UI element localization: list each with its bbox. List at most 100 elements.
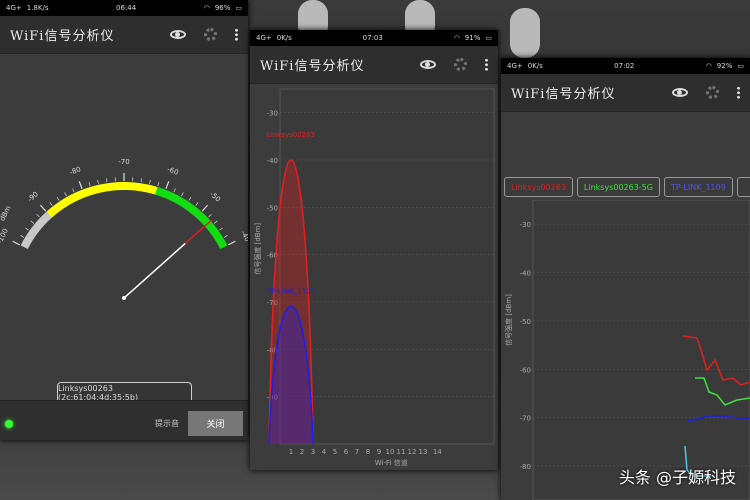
gauge-tick — [20, 235, 25, 238]
gauge-tick — [157, 182, 160, 187]
tab-label: Linksys00263-5G — [583, 182, 653, 192]
y-tick-label: -50 — [267, 204, 278, 212]
time-graph: -30 -40 -50 -60 -70 -80 信号强度 [dBm] — [504, 200, 750, 500]
gauge-tick — [188, 197, 192, 201]
tab-label: TP-LINK_1109 — [670, 182, 726, 192]
x-tick-label: 14 — [433, 448, 442, 456]
y-axis-label: 信号强度 [dBm] — [504, 294, 513, 346]
y-tick-label: -40 — [267, 157, 278, 165]
wifi-icon: ◠ — [705, 62, 712, 70]
gauge-tick — [201, 204, 209, 212]
eye-icon[interactable] — [170, 30, 186, 39]
x-tick-label: 3 — [311, 448, 315, 456]
gauge-tick — [56, 197, 60, 201]
y-tick-label: -70 — [520, 415, 531, 423]
gauge-tick — [149, 179, 151, 184]
gauge-tick — [105, 178, 108, 183]
tab-network-3[interactable] — [736, 177, 750, 197]
gauge-tick — [208, 213, 212, 218]
watermark: 头条 @子嫄科技 — [618, 468, 736, 487]
battery-level: 91% — [464, 34, 481, 42]
gauge-tick — [78, 181, 83, 189]
x-tick-label: 13 — [419, 448, 428, 456]
app-title: WiFi信号分析仪 — [10, 29, 115, 44]
phone-screen-gauge: 4G+ 1.8K/s 06:44 ◠ 96% ▭ WiFi信号分析仪 -100 -90-… — [0, 0, 248, 440]
y-tick-label: -30 — [520, 221, 531, 229]
wifi-icon: ◠ — [203, 4, 210, 12]
gauge-tick-label: -40 — [239, 229, 248, 243]
gauge-tick — [227, 240, 236, 246]
tab-network-2[interactable]: TP-LINK_1109 — [663, 177, 733, 197]
y-axis-label: 信号强度 [dBm] — [253, 223, 262, 275]
gauge-tick — [97, 179, 99, 184]
gauge-tick-label: -80 — [68, 165, 82, 177]
more-menu-icon[interactable] — [485, 58, 488, 71]
y-tick-label: -30 — [267, 110, 278, 118]
gauge-tick-label: -50 — [208, 190, 222, 204]
network-indicator: 4G+ — [6, 4, 22, 12]
close-button[interactable]: 关闭 — [188, 411, 243, 436]
gauge-tick-label: -90 — [26, 190, 40, 204]
app-title: WiFi信号分析仪 — [260, 59, 365, 74]
speed-indicator: 0K/s — [527, 62, 543, 70]
y-tick-label: -60 — [520, 366, 531, 374]
status-bar: 4G+ 0K/s 07:03 ◠ 91% ▭ — [250, 30, 498, 46]
clock: 06:44 — [116, 4, 137, 12]
gear-icon[interactable] — [204, 28, 217, 41]
x-tick-label: 4 — [322, 448, 327, 456]
network-tabs: Linksys00263 Linksys00263-5G TP-LINK_110… — [504, 177, 750, 197]
phone-screen-channel-graph: 4G+ 0K/s 07:03 ◠ 91% ▭ WiFi信号分析仪 -30 -40 -50-… — [250, 30, 498, 470]
gear-icon[interactable] — [454, 58, 467, 71]
battery-icon: ▭ — [737, 62, 744, 70]
wifi-icon: ◠ — [453, 34, 460, 42]
x-axis-label: Wi-Fi 信道 — [375, 458, 408, 467]
x-tick-label: 1 — [289, 448, 293, 456]
gauge-tick — [223, 235, 228, 238]
eye-icon[interactable] — [672, 88, 688, 97]
speed-indicator: 0K/s — [276, 34, 292, 42]
app-bar: WiFi信号分析仪 — [501, 74, 750, 112]
gauge-tick — [64, 192, 67, 197]
gauge-tick — [173, 188, 176, 193]
clock: 07:03 — [362, 34, 383, 42]
x-tick-label: 2 — [300, 448, 304, 456]
eye-icon[interactable] — [420, 60, 436, 69]
speed-indicator: 1.8K/s — [26, 4, 49, 12]
more-menu-icon[interactable] — [737, 86, 740, 99]
gauge-zone-medium — [46, 182, 158, 218]
gauge-tick — [12, 240, 21, 246]
background-shape — [510, 8, 540, 58]
x-tick-label: 8 — [366, 448, 370, 456]
y-tick-label: -50 — [520, 318, 531, 326]
gauge-needle — [123, 242, 186, 299]
more-menu-icon[interactable] — [235, 28, 238, 41]
gauge-tick — [219, 227, 223, 231]
plot-area — [532, 200, 750, 500]
gauge-unit-label: dBm — [0, 204, 13, 222]
gauge-needle-tip — [184, 219, 212, 245]
gauge-tick — [195, 202, 199, 206]
gauge-tick-label: -60 — [166, 165, 180, 177]
gauge-tick — [140, 178, 143, 183]
sound-toggle-label[interactable]: 提示音 — [155, 418, 179, 429]
status-led — [5, 420, 13, 428]
battery-icon: ▭ — [485, 34, 492, 42]
x-tick-label: 9 — [377, 448, 381, 456]
gear-icon[interactable] — [706, 86, 719, 99]
x-tick-label: 10 — [386, 448, 395, 456]
status-bar: 4G+ 0K/s 07:02 ◠ 92% ▭ — [501, 58, 750, 74]
phone-screen-time-graph: 4G+ 0K/s 07:02 ◠ 92% ▭ WiFi信号分析仪 Linksys002… — [501, 58, 750, 500]
tab-network-0[interactable]: Linksys00263 — [504, 177, 573, 197]
x-tick-label: 11 — [397, 448, 406, 456]
channel-graph: -30-40-50-60-70-80-901 2 3 4 5 6 7 8 9 10 11 12 13 14… — [253, 88, 495, 467]
x-tick-label: 7 — [355, 448, 359, 456]
gauge-tick — [165, 181, 170, 189]
gauge-tick-label: -70 — [118, 158, 129, 166]
tab-network-1[interactable]: Linksys00263-5G — [576, 177, 660, 197]
gauge-zone-weak — [20, 211, 52, 250]
y-tick-label: -40 — [520, 270, 531, 278]
signal-gauge: -100 -90 -80 -70 -60 -50 -40 dBm — [0, 158, 248, 300]
battery-level: 92% — [716, 62, 733, 70]
gauge-tick — [39, 204, 47, 212]
series-label: TP-LINK_1109 — [266, 287, 315, 295]
